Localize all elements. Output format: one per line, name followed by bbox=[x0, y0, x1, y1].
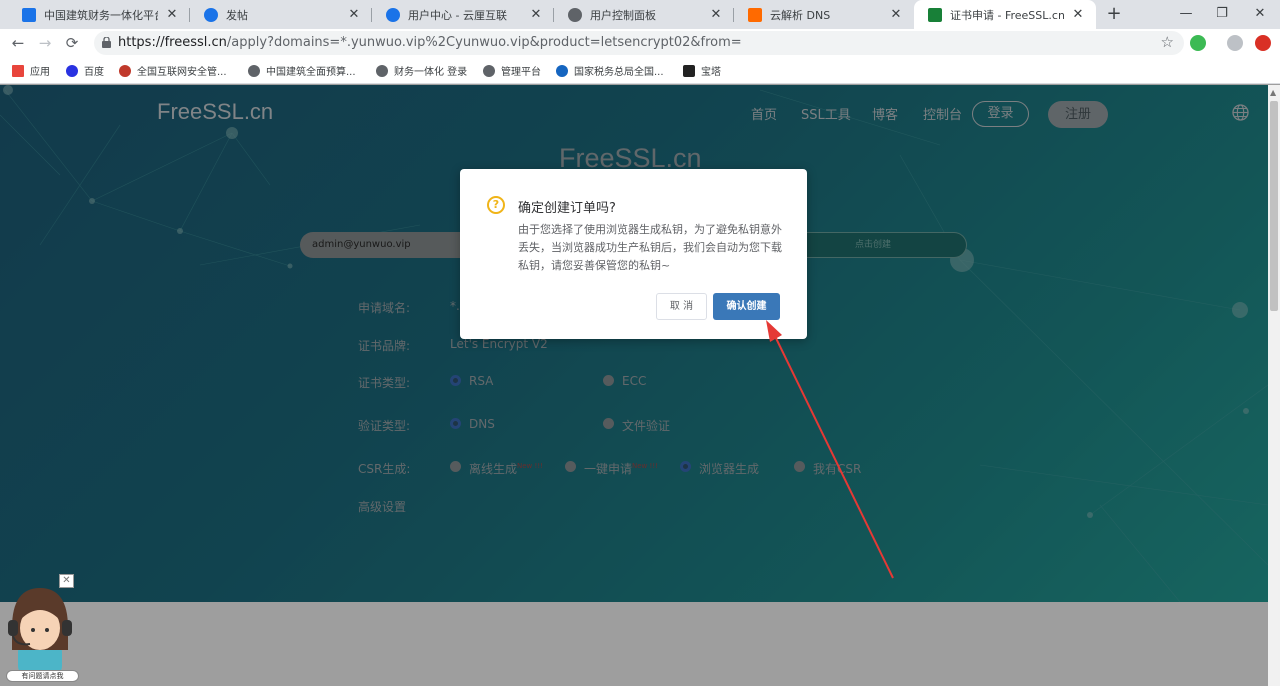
tab-close-icon[interactable]: ✕ bbox=[164, 7, 180, 22]
bookmark-label: 全国互联网安全管... bbox=[137, 67, 227, 78]
bookmark-label: 中国建筑全面预算... bbox=[266, 67, 356, 78]
tab-close-icon[interactable]: ✕ bbox=[888, 7, 904, 22]
bookmark-label: 财务一体化 登录 bbox=[394, 67, 468, 78]
lock-icon bbox=[102, 37, 111, 48]
url-path: /apply?domains=*.yunwuo.vip%2Cyunwuo.vip… bbox=[226, 35, 742, 50]
tab-post[interactable]: 发帖 ✕ bbox=[190, 0, 372, 29]
page-content: FreeSSL.cn 首页 SSL工具 博客 控制台 登录 注册 FreeSSL… bbox=[0, 85, 1268, 602]
tab-close-icon[interactable]: ✕ bbox=[528, 7, 544, 22]
address-bar[interactable]: https://freessl.cn/apply?domains=*.yunwu… bbox=[94, 31, 1184, 55]
bookmark-tax[interactable]: 国家税务总局全国... bbox=[556, 63, 664, 78]
a-favicon-icon bbox=[204, 7, 218, 22]
globe-icon bbox=[483, 64, 495, 77]
a-favicon-icon bbox=[386, 7, 400, 22]
scroll-up-icon[interactable]: ▲ bbox=[1270, 88, 1276, 97]
tab-label: 发帖 bbox=[226, 8, 248, 22]
reload-button[interactable]: ⟳ bbox=[62, 33, 82, 53]
tab-label: 云解析 DNS bbox=[770, 8, 831, 22]
tab-label: 中国建筑财务一体化平台 bbox=[44, 8, 158, 22]
bookmark-label: 宝塔 bbox=[701, 67, 721, 78]
tab-cloud-dns[interactable]: 云解析 DNS ✕ bbox=[734, 0, 914, 29]
tab-cert-apply[interactable]: 证书申请 - FreeSSL.cn一个提 ✕ bbox=[914, 0, 1096, 29]
maximize-button[interactable]: ❐ bbox=[1202, 0, 1242, 29]
globe-icon bbox=[376, 64, 388, 77]
bookmark-bt[interactable]: 宝塔 bbox=[683, 63, 721, 78]
page-footer-area bbox=[0, 602, 1268, 686]
apps-icon bbox=[12, 64, 24, 77]
bt-icon bbox=[683, 64, 695, 77]
close-window-button[interactable]: ✕ bbox=[1240, 0, 1280, 29]
tab-label: 用户中心 - 云厘互联 bbox=[408, 8, 507, 22]
extension-icon[interactable] bbox=[1190, 35, 1206, 51]
bookmark-baidu[interactable]: 百度 bbox=[66, 63, 104, 78]
minimize-button[interactable]: — bbox=[1166, 0, 1206, 29]
bookmark-label: 国家税务总局全国... bbox=[574, 67, 664, 78]
bookmarks-bar: 应用 百度 全国互联网安全管... 中国建筑全面预算... 财务一体化 登录 管… bbox=[0, 57, 1280, 84]
building-favicon-icon bbox=[22, 7, 36, 22]
forward-button[interactable]: → bbox=[35, 33, 55, 53]
globe-favicon-icon bbox=[568, 7, 582, 22]
tab-control-panel[interactable]: 用户控制面板 ✕ bbox=[554, 0, 734, 29]
question-icon: ? bbox=[487, 196, 505, 214]
cancel-button[interactable]: 取 消 bbox=[656, 293, 707, 320]
dialog-title: 确定创建订单吗? bbox=[518, 201, 616, 216]
bookmark-label: 管理平台 bbox=[501, 67, 541, 78]
support-avatar bbox=[8, 588, 72, 676]
update-icon[interactable] bbox=[1255, 35, 1271, 51]
url-host: https://freessl.cn bbox=[118, 35, 227, 50]
profile-avatar[interactable] bbox=[1227, 35, 1243, 51]
modal-overlay[interactable] bbox=[0, 85, 1268, 602]
tab-finance-platform[interactable]: 中国建筑财务一体化平台 ✕ bbox=[8, 0, 190, 29]
bookmark-finance-login[interactable]: 财务一体化 登录 bbox=[376, 63, 467, 78]
globe-icon bbox=[248, 64, 260, 77]
tab-close-icon[interactable]: ✕ bbox=[346, 7, 362, 22]
widget-label: 有问题请点我 bbox=[6, 670, 79, 682]
dialog-message: 由于您选择了使用浏览器生成私钥，为了避免私钥意外丢失，当浏览器成功生产私钥后，我… bbox=[518, 223, 782, 272]
browser-tab-bar: 中国建筑财务一体化平台 ✕ 发帖 ✕ 用户中心 - 云厘互联 ✕ 用户控制面板 … bbox=[0, 0, 1280, 29]
scrollbar-thumb[interactable] bbox=[1270, 101, 1278, 311]
bookmark-security[interactable]: 全国互联网安全管... bbox=[119, 63, 227, 78]
back-button[interactable]: ← bbox=[8, 33, 28, 53]
bookmark-star-icon[interactable]: ☆ bbox=[1161, 33, 1174, 51]
bookmark-label: 百度 bbox=[84, 67, 104, 78]
confirm-dialog: ? 确定创建订单吗? 由于您选择了使用浏览器生成私钥，为了避免私钥意外丢失，当浏… bbox=[460, 169, 807, 339]
emblem-icon bbox=[119, 64, 131, 77]
support-widget[interactable]: ✕ 有问题请点我 bbox=[4, 574, 80, 686]
page-scrollbar[interactable]: ▲ bbox=[1268, 85, 1280, 686]
baidu-icon bbox=[66, 64, 78, 77]
bookmark-budget[interactable]: 中国建筑全面预算... bbox=[248, 63, 356, 78]
bookmark-apps[interactable]: 应用 bbox=[12, 63, 50, 78]
browser-toolbar: ← → ⟳ https://freessl.cn/apply?domains=*… bbox=[0, 29, 1280, 57]
tab-close-icon[interactable]: ✕ bbox=[1070, 7, 1086, 22]
aliyun-favicon-icon bbox=[748, 7, 762, 22]
tab-label: 用户控制面板 bbox=[590, 8, 656, 22]
bookmark-admin[interactable]: 管理平台 bbox=[483, 63, 541, 78]
tab-user-center[interactable]: 用户中心 - 云厘互联 ✕ bbox=[372, 0, 554, 29]
lock-favicon-icon bbox=[928, 7, 942, 22]
tab-close-icon[interactable]: ✕ bbox=[708, 7, 724, 22]
new-tab-button[interactable]: + bbox=[1104, 4, 1124, 24]
confirm-create-button[interactable]: 确认创建 bbox=[713, 293, 780, 320]
tab-label: 证书申请 - FreeSSL.cn一个提 bbox=[950, 8, 1064, 22]
bookmark-label: 应用 bbox=[30, 67, 50, 78]
url-text: https://freessl.cn/apply?domains=*.yunwu… bbox=[118, 35, 742, 50]
tax-icon bbox=[556, 64, 568, 77]
